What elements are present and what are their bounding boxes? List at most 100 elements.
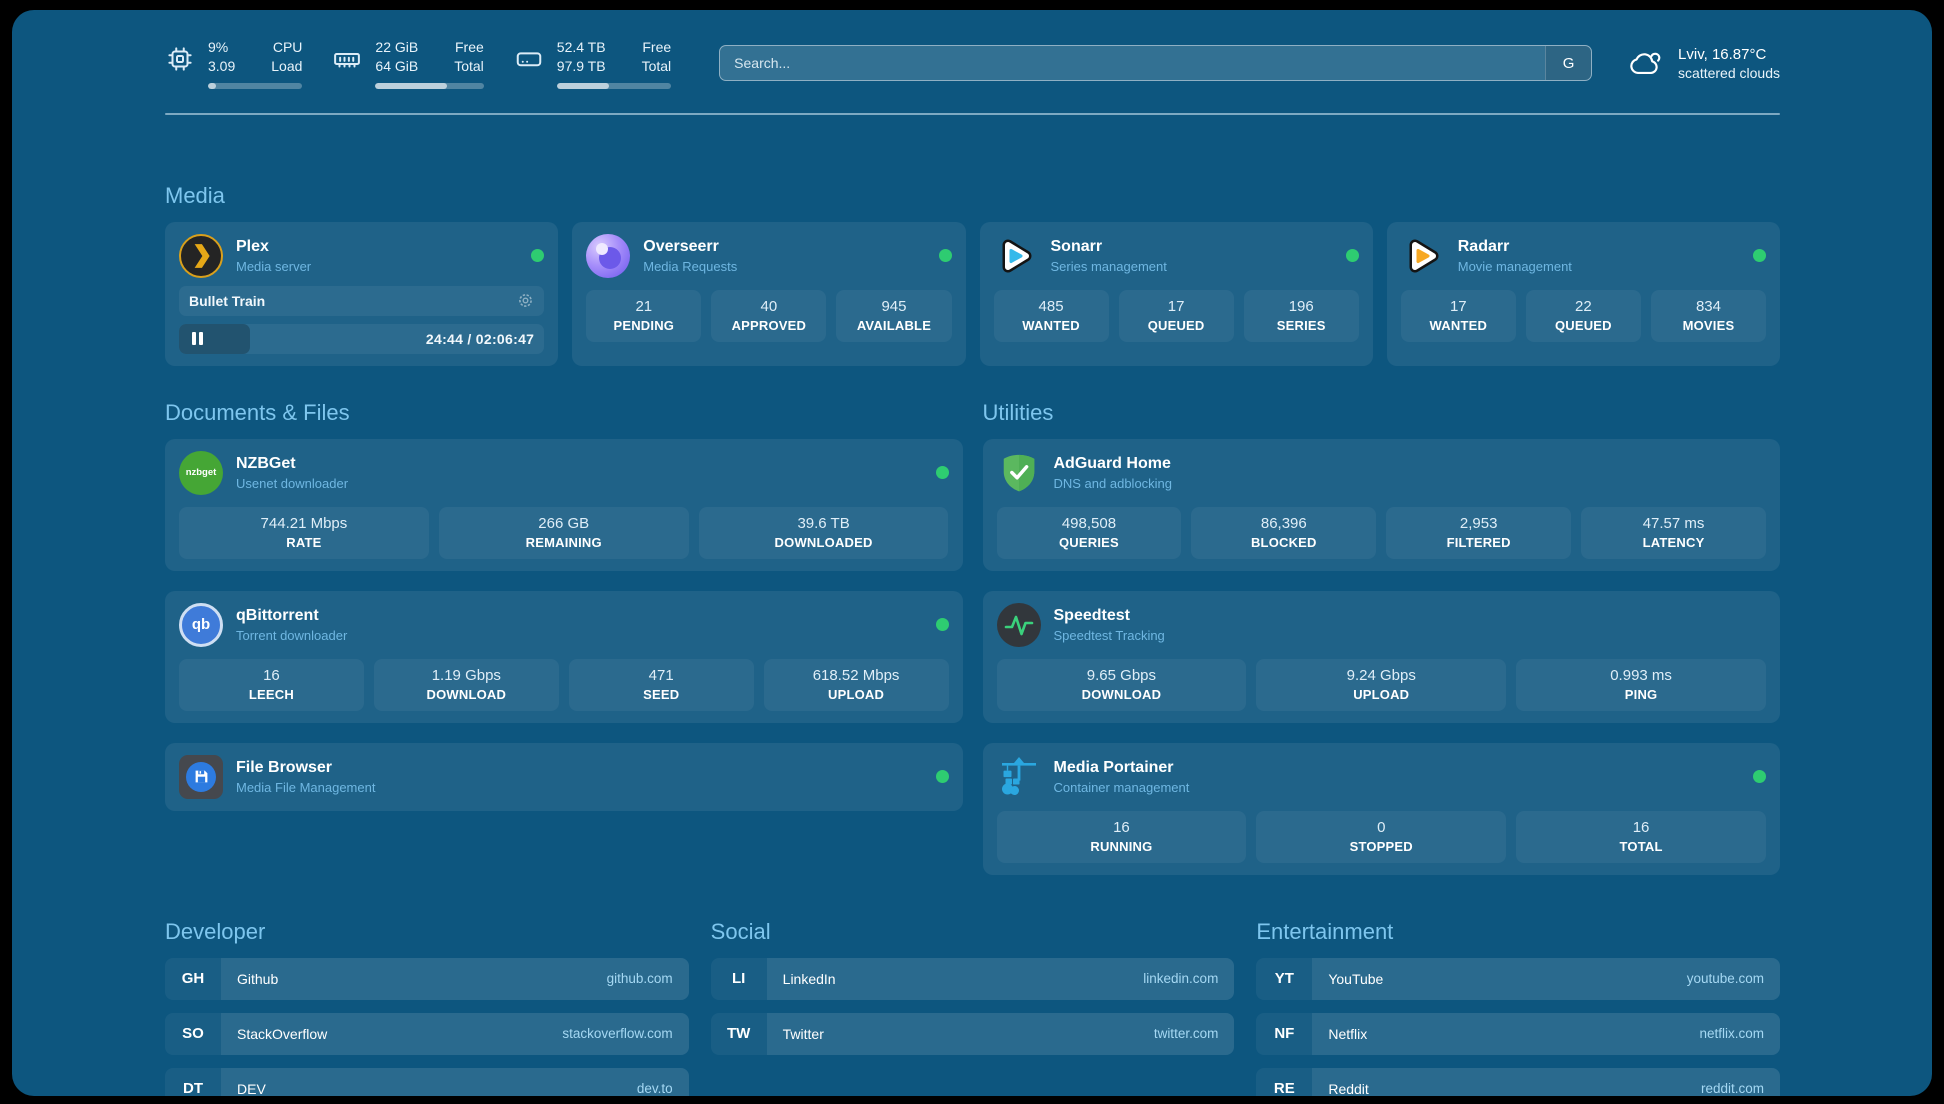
bookmark-url: twitter.com bbox=[1154, 1026, 1219, 1041]
bookmark-url: netflix.com bbox=[1699, 1026, 1764, 1041]
stat-running: 16RUNNING bbox=[997, 811, 1247, 863]
app-card-radarr[interactable]: Radarr Movie management 17WANTED 22QUEUE… bbox=[1387, 222, 1780, 366]
app-title: Sonarr bbox=[1051, 238, 1167, 256]
cpu-usage-value: 9% bbox=[208, 38, 235, 57]
pause-button[interactable] bbox=[192, 332, 203, 345]
ram-total-value: 64 GiB bbox=[375, 57, 418, 76]
app-subtitle: Series management bbox=[1051, 259, 1167, 274]
disk-total-label: Total bbox=[642, 57, 672, 76]
bookmark-reddit[interactable]: RE Reddit reddit.com bbox=[1256, 1068, 1780, 1096]
bookmark-abbr: RE bbox=[1256, 1068, 1312, 1096]
app-card-adguard[interactable]: AdGuard Home DNS and adblocking 498,508Q… bbox=[983, 439, 1781, 571]
app-card-sonarr[interactable]: Sonarr Series management 485WANTED 17QUE… bbox=[980, 222, 1373, 366]
app-card-filebrowser[interactable]: File Browser Media File Management bbox=[165, 743, 963, 811]
section-title-social: Social bbox=[711, 919, 1235, 945]
bookmark-linkedin[interactable]: LI LinkedIn linkedin.com bbox=[711, 958, 1235, 1000]
app-subtitle: DNS and adblocking bbox=[1054, 476, 1173, 491]
ram-free-label: Free bbox=[454, 38, 484, 57]
app-card-qbittorrent[interactable]: qb qBittorrent Torrent downloader 16LEEC… bbox=[165, 591, 963, 723]
topbar: 9% 3.09 CPU Load 22 GiB bbox=[165, 38, 1780, 89]
bookmark-github[interactable]: GH Github github.com bbox=[165, 958, 689, 1000]
app-subtitle: Speedtest Tracking bbox=[1054, 628, 1165, 643]
app-card-overseerr[interactable]: Overseerr Media Requests 21PENDING 40APP… bbox=[572, 222, 965, 366]
playback-progress-fill bbox=[179, 324, 250, 354]
bookmark-url: dev.to bbox=[637, 1081, 673, 1096]
bookmark-abbr: TW bbox=[711, 1013, 767, 1055]
status-online-dot bbox=[1753, 249, 1766, 262]
stat-series: 196SERIES bbox=[1244, 290, 1359, 342]
stat-remaining: 266 GBREMAINING bbox=[439, 507, 689, 559]
app-subtitle: Torrent downloader bbox=[236, 628, 347, 643]
sonarr-icon bbox=[994, 234, 1038, 278]
ram-stat-group: 22 GiB 64 GiB Free Total bbox=[332, 38, 483, 89]
app-subtitle: Usenet downloader bbox=[236, 476, 348, 491]
ram-free-value: 22 GiB bbox=[375, 38, 418, 57]
bookmark-name: StackOverflow bbox=[237, 1026, 327, 1042]
bookmark-abbr: DT bbox=[165, 1068, 221, 1096]
filebrowser-icon bbox=[179, 755, 223, 799]
bookmark-name: LinkedIn bbox=[783, 971, 836, 987]
stat-seed: 471SEED bbox=[569, 659, 754, 711]
bookmark-url: stackoverflow.com bbox=[562, 1026, 672, 1041]
stat-wanted: 17WANTED bbox=[1401, 290, 1516, 342]
search-provider-button[interactable]: G bbox=[1545, 46, 1591, 80]
bookmark-dev[interactable]: DT DEV dev.to bbox=[165, 1068, 689, 1096]
cpu-load-label: Load bbox=[271, 57, 302, 76]
stat-wanted: 485WANTED bbox=[994, 290, 1109, 342]
bookmark-abbr: SO bbox=[165, 1013, 221, 1055]
bookmark-abbr: YT bbox=[1256, 958, 1312, 1000]
bookmark-youtube[interactable]: YT YouTube youtube.com bbox=[1256, 958, 1780, 1000]
bookmark-name: Twitter bbox=[783, 1026, 824, 1042]
stat-latency: 47.57 msLATENCY bbox=[1581, 507, 1766, 559]
app-title: Radarr bbox=[1458, 238, 1572, 256]
stat-movies: 834MOVIES bbox=[1651, 290, 1766, 342]
bookmark-name: Github bbox=[237, 971, 278, 987]
session-settings-icon[interactable] bbox=[517, 292, 534, 309]
weather-condition: scattered clouds bbox=[1678, 65, 1780, 81]
weather-location-temp: Lviv, 16.87°C bbox=[1678, 46, 1780, 63]
stat-download: 1.19 GbpsDOWNLOAD bbox=[374, 659, 559, 711]
bookmark-abbr: GH bbox=[165, 958, 221, 1000]
bookmark-stackoverflow[interactable]: SO StackOverflow stackoverflow.com bbox=[165, 1013, 689, 1055]
search-bar: G bbox=[719, 45, 1592, 81]
stat-leech: 16LEECH bbox=[179, 659, 364, 711]
bookmark-url: linkedin.com bbox=[1143, 971, 1218, 986]
bookmark-url: reddit.com bbox=[1701, 1081, 1764, 1096]
stat-available: 945AVAILABLE bbox=[836, 290, 951, 342]
stat-download: 9.65 GbpsDOWNLOAD bbox=[997, 659, 1247, 711]
app-subtitle: Movie management bbox=[1458, 259, 1572, 274]
portainer-icon bbox=[997, 755, 1041, 799]
adguard-icon bbox=[997, 451, 1041, 495]
section-title-media: Media bbox=[165, 183, 1780, 209]
qbittorrent-icon: qb bbox=[179, 603, 223, 647]
weather-widget: Lviv, 16.87°C scattered clouds bbox=[1628, 46, 1780, 81]
ram-total-label: Total bbox=[454, 57, 484, 76]
app-card-nzbget[interactable]: nzbget NZBGet Usenet downloader 744.21 M… bbox=[165, 439, 963, 571]
app-card-plex[interactable]: Plex Media server Bullet Train 24:44 / 0 bbox=[165, 222, 558, 366]
cpu-chip-icon bbox=[165, 44, 195, 74]
cpu-label: CPU bbox=[271, 38, 302, 57]
bookmark-url: github.com bbox=[607, 971, 673, 986]
plex-icon bbox=[179, 234, 223, 278]
app-card-portainer[interactable]: Media Portainer Container management 16R… bbox=[983, 743, 1781, 875]
stat-queued: 22QUEUED bbox=[1526, 290, 1641, 342]
bookmark-name: Reddit bbox=[1328, 1081, 1368, 1096]
disk-free-label: Free bbox=[642, 38, 672, 57]
app-title: File Browser bbox=[236, 759, 375, 777]
bookmark-twitter[interactable]: TW Twitter twitter.com bbox=[711, 1013, 1235, 1055]
stat-pending: 21PENDING bbox=[586, 290, 701, 342]
overseerr-icon bbox=[586, 234, 630, 278]
stat-downloaded: 39.6 TBDOWNLOADED bbox=[699, 507, 949, 559]
stat-queries: 498,508QUERIES bbox=[997, 507, 1182, 559]
stat-approved: 40APPROVED bbox=[711, 290, 826, 342]
disk-free-value: 52.4 TB bbox=[557, 38, 606, 57]
search-input[interactable] bbox=[720, 46, 1545, 80]
status-online-dot bbox=[1753, 770, 1766, 783]
app-title: NZBGet bbox=[236, 455, 348, 473]
app-card-speedtest[interactable]: Speedtest Speedtest Tracking 9.65 GbpsDO… bbox=[983, 591, 1781, 723]
status-online-dot bbox=[1346, 249, 1359, 262]
section-title-utilities: Utilities bbox=[983, 400, 1781, 426]
status-online-dot bbox=[936, 618, 949, 631]
status-online-dot bbox=[936, 770, 949, 783]
bookmark-netflix[interactable]: NF Netflix netflix.com bbox=[1256, 1013, 1780, 1055]
